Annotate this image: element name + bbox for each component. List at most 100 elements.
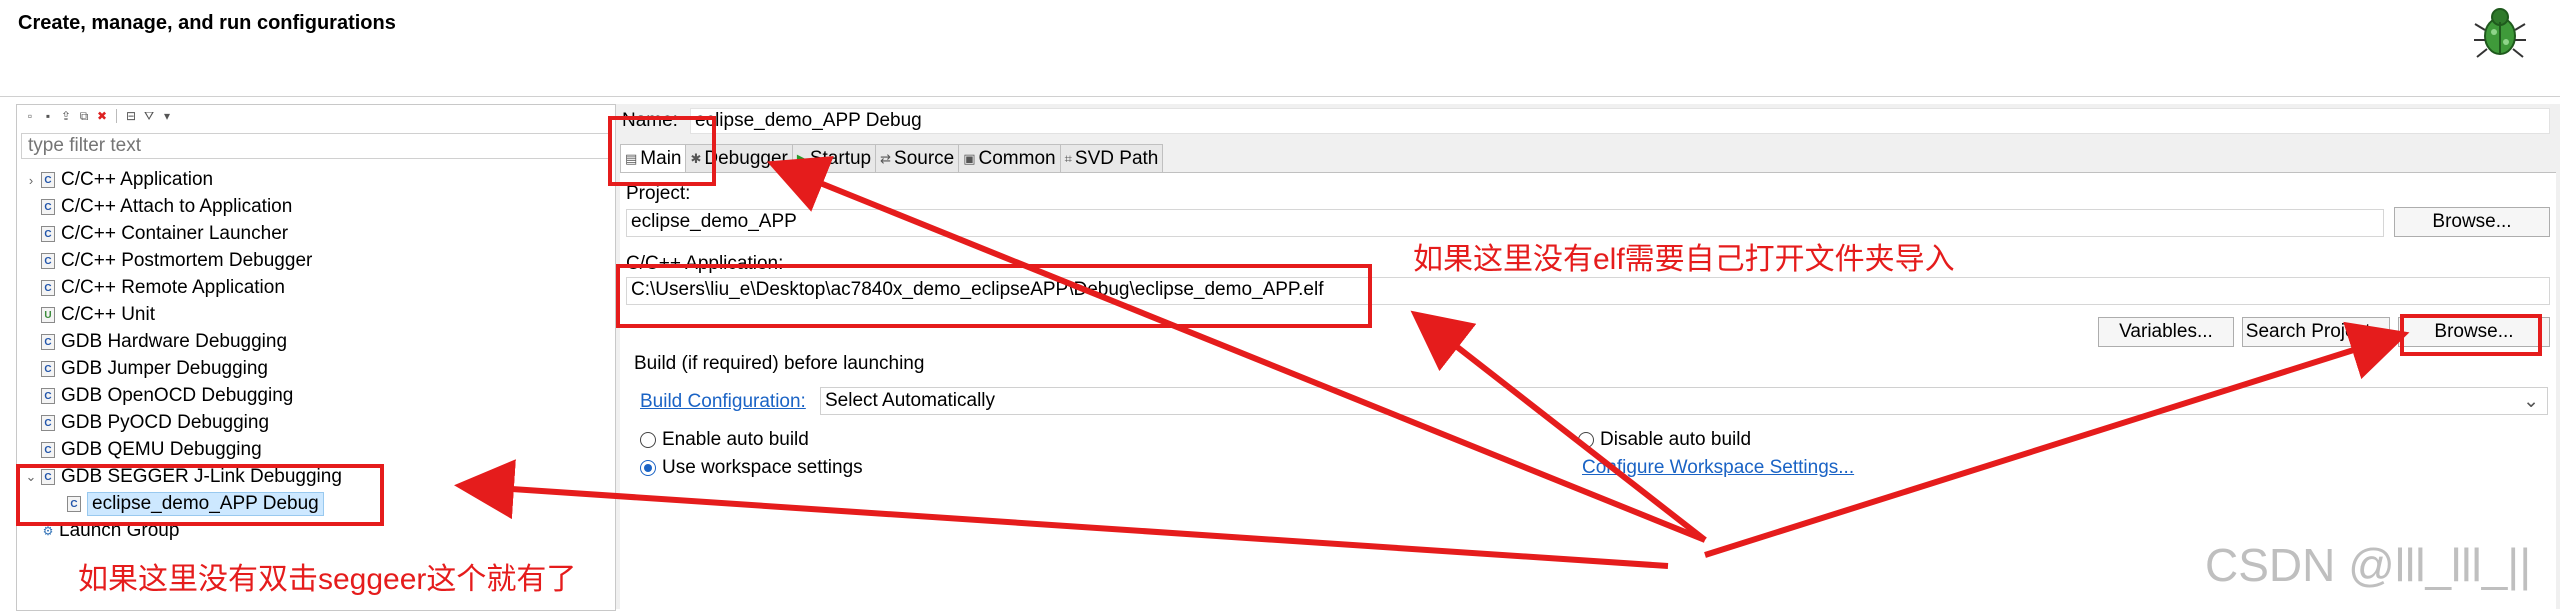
tree-item-label: GDB QEMU Debugging xyxy=(61,439,262,460)
tree-item-attach[interactable]: C C/C++ Attach to Application xyxy=(21,194,292,220)
tab-main[interactable]: ▤ Main xyxy=(620,144,687,172)
tree-item-gdb-hardware[interactable]: C GDB Hardware Debugging xyxy=(21,329,287,355)
name-row: Name: xyxy=(622,110,678,132)
configuration-editor: Name: eclipse_demo_APP Debug ▤ Main ✱ De… xyxy=(616,104,2560,610)
new-prototype-icon[interactable]: ▪ xyxy=(41,109,55,123)
tree-item-container-launcher[interactable]: C C/C++ Container Launcher xyxy=(21,221,288,247)
tree-item-label: C/C++ Remote Application xyxy=(61,277,285,298)
application-field[interactable]: C:\Users\liu_e\Desktop\ac7840x_demo_ecli… xyxy=(626,277,2550,305)
build-configuration-select[interactable]: Select Automatically ⌄ xyxy=(820,387,2548,415)
tree-item-c-application[interactable]: › C C/C++ Application xyxy=(21,167,213,193)
name-label: Name: xyxy=(622,110,678,131)
launch-config-icon: C xyxy=(41,199,55,215)
launch-config-icon: C xyxy=(41,415,55,431)
variables-button[interactable]: Variables... xyxy=(2098,317,2234,347)
radio-button[interactable] xyxy=(1578,432,1594,448)
tree-item-label: C/C++ Attach to Application xyxy=(61,196,293,217)
launch-group-icon: ⚙ xyxy=(42,524,54,538)
launch-config-icon: C xyxy=(41,442,55,458)
play-icon: ▶ xyxy=(796,150,807,166)
header-divider xyxy=(0,96,2560,97)
search-project-button[interactable]: Search Project... xyxy=(2242,317,2390,347)
launch-config-icon: C xyxy=(41,469,55,485)
tree-item-gdb-jumper[interactable]: C GDB Jumper Debugging xyxy=(21,356,268,382)
enable-auto-build-radio[interactable]: Enable auto build xyxy=(640,429,809,451)
common-tab-icon: ▣ xyxy=(963,150,976,166)
disable-auto-build-radio[interactable]: Disable auto build xyxy=(1578,429,1751,451)
launch-config-icon: C xyxy=(67,496,81,512)
tree-item-label: GDB Hardware Debugging xyxy=(61,331,288,352)
watermark: CSDN @lll_lll_|| xyxy=(2205,539,2532,591)
project-browse-button[interactable]: Browse... xyxy=(2394,207,2550,237)
tree-item-label: Launch Group xyxy=(59,520,180,541)
filter-icon[interactable]: ⛛ xyxy=(142,109,156,123)
launch-config-icon: C xyxy=(41,361,55,377)
tree-item-label-selected: eclipse_demo_APP Debug xyxy=(87,492,324,516)
filter-input[interactable] xyxy=(21,133,609,159)
export-icon[interactable]: ⇪ xyxy=(59,109,73,123)
launch-config-icon: C xyxy=(41,226,55,242)
project-label: Project: xyxy=(626,183,691,204)
svd-tab-icon: ⌗ xyxy=(1064,150,1072,166)
tree-item-remote-application[interactable]: C C/C++ Remote Application xyxy=(21,275,285,301)
tree-item-gdb-pyocd[interactable]: C GDB PyOCD Debugging xyxy=(21,410,269,436)
tab-startup[interactable]: ▶ Startup xyxy=(791,144,877,172)
source-tab-icon: ⇄ xyxy=(880,150,892,166)
tree-item-gdb-qemu[interactable]: C GDB QEMU Debugging xyxy=(21,437,262,463)
tree-item-gdb-openocd[interactable]: C GDB OpenOCD Debugging xyxy=(21,383,293,409)
collapse-all-icon[interactable]: ⊟ xyxy=(124,109,138,123)
build-group-label: Build (if required) before launching xyxy=(634,353,925,374)
delete-icon[interactable]: ✖ xyxy=(95,109,109,123)
tree-item-label: GDB PyOCD Debugging xyxy=(61,412,270,433)
tree-item-gdb-segger-jlink[interactable]: ⌄ C GDB SEGGER J-Link Debugging xyxy=(21,464,342,490)
bug-icon xyxy=(2474,8,2526,58)
use-workspace-settings-radio[interactable]: Use workspace settings xyxy=(640,457,863,479)
name-field[interactable]: eclipse_demo_APP Debug xyxy=(690,108,2550,134)
radio-button-selected[interactable] xyxy=(640,460,656,476)
build-configuration-link[interactable]: Build Configuration: xyxy=(640,391,806,413)
duplicate-icon[interactable]: ⧉ xyxy=(77,109,91,123)
list-toolbar: ▫ ▪ ⇪ ⧉ ✖ ⊟ ⛛ ▾ xyxy=(17,105,615,127)
tree-item-label: GDB Jumper Debugging xyxy=(61,358,268,379)
radio-button[interactable] xyxy=(640,432,656,448)
tree-item-label: C/C++ Unit xyxy=(61,304,155,325)
tab-source[interactable]: ⇄ Source xyxy=(875,144,960,172)
application-label: C/C++ Application: xyxy=(626,253,784,274)
chevron-down-icon: ⌄ xyxy=(2523,391,2539,412)
toolbar-separator xyxy=(116,109,117,123)
tree-item-postmortem[interactable]: C C/C++ Postmortem Debugger xyxy=(21,248,312,274)
configuration-list-pane: ▫ ▪ ⇪ ⧉ ✖ ⊟ ⛛ ▾ › C C/C++ Application C … xyxy=(16,104,616,611)
tree-item-label: GDB SEGGER J-Link Debugging xyxy=(61,466,342,487)
tree-item-launch-group[interactable]: ⚙ Launch Group xyxy=(21,518,180,544)
tab-common[interactable]: ▣ Common xyxy=(958,144,1061,172)
config-tabs: ▤ Main ✱ Debugger ▶ Startup ⇄ Source ▣ C… xyxy=(620,144,1164,172)
main-tab-icon: ▤ xyxy=(625,150,638,166)
launch-config-icon: C xyxy=(41,280,55,296)
launch-config-icon: C xyxy=(41,172,55,188)
configure-workspace-settings-link[interactable]: Configure Workspace Settings... xyxy=(1582,457,1854,479)
annotation-note-segger: 如果这里没有双击seggeer这个就有了 xyxy=(78,563,577,596)
tab-svd-path[interactable]: ⌗ SVD Path xyxy=(1059,144,1164,172)
dialog-header: Create, manage, and run configurations xyxy=(0,0,2560,96)
annotation-note-elf: 如果这里没有elf需要自己打开文件夹导入 xyxy=(1413,243,1955,276)
dialog-title: Create, manage, and run configurations xyxy=(18,12,396,34)
new-config-icon[interactable]: ▫ xyxy=(23,109,37,123)
launch-config-icon: C xyxy=(41,334,55,350)
tree-item-eclipse-demo-debug[interactable]: C eclipse_demo_APP Debug xyxy=(67,491,324,517)
debugger-tab-icon: ✱ xyxy=(690,150,702,166)
launch-config-icon: C xyxy=(41,253,55,269)
tree-item-unit[interactable]: U C/C++ Unit xyxy=(21,302,155,328)
chevron-right-icon[interactable]: › xyxy=(21,173,41,188)
launch-config-icon: C xyxy=(41,388,55,404)
chevron-down-icon[interactable]: ⌄ xyxy=(21,469,41,485)
unit-test-icon: U xyxy=(41,307,55,323)
tree-item-label: C/C++ Postmortem Debugger xyxy=(61,250,313,271)
tree-item-label: C/C++ Application xyxy=(61,169,214,190)
build-configuration-value: Select Automatically xyxy=(825,390,996,411)
application-browse-button[interactable]: Browse... xyxy=(2398,317,2550,347)
tree-item-label: GDB OpenOCD Debugging xyxy=(61,385,294,406)
project-field[interactable]: eclipse_demo_APP xyxy=(626,209,2384,237)
tree-item-label: C/C++ Container Launcher xyxy=(61,223,289,244)
view-menu-icon[interactable]: ▾ xyxy=(160,109,174,123)
tab-debugger[interactable]: ✱ Debugger xyxy=(685,144,793,172)
